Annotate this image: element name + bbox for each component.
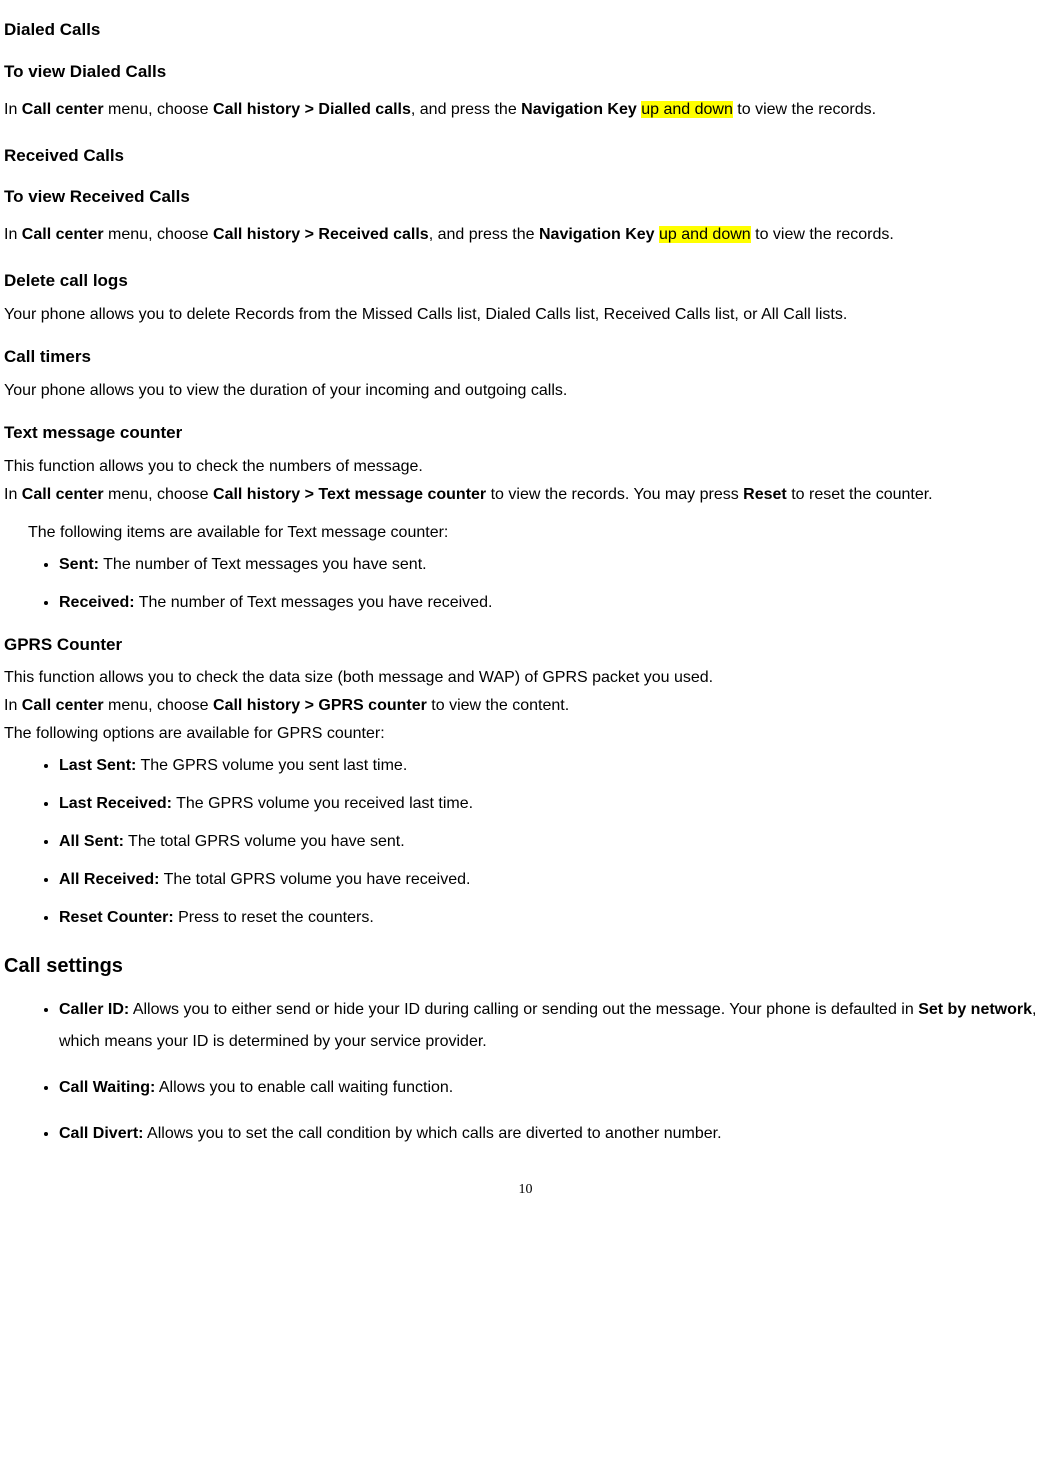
list-label: Call Divert: [59, 1125, 143, 1142]
text: , and press the [411, 101, 521, 118]
text: In [4, 226, 22, 243]
text: menu, choose [104, 486, 213, 503]
list-desc: Allows you to enable call waiting functi… [155, 1079, 453, 1096]
list-label: Received: [59, 594, 135, 611]
bold-text: Navigation Key [539, 226, 655, 243]
bold-text: Set by network [918, 1001, 1032, 1018]
paragraph-received: In Call center menu, choose Call history… [4, 219, 1047, 251]
paragraph-delete: Your phone allows you to delete Records … [4, 303, 1047, 327]
list-label: All Sent: [59, 833, 124, 850]
list-item: Reset Counter: Press to reset the counte… [59, 906, 1047, 930]
paragraph-gprs-1: This function allows you to check the da… [4, 666, 1047, 690]
paragraph-textcounter-2: In Call center menu, choose Call history… [4, 483, 1047, 507]
list-label: Last Sent: [59, 757, 136, 774]
highlight-text: up and down [641, 101, 733, 118]
text: to view the records. You may press [486, 486, 743, 503]
paragraph-dialed: In Call center menu, choose Call history… [4, 94, 1047, 126]
section-subheading-received: To view Received Calls [4, 185, 1047, 209]
text: menu, choose [104, 101, 213, 118]
text: menu, choose [104, 226, 213, 243]
section-subheading-dialed: To view Dialed Calls [4, 60, 1047, 84]
section-heading-callsettings: Call settings [4, 952, 1047, 980]
bold-text: Navigation Key [521, 101, 637, 118]
list-item: Last Sent: The GPRS volume you sent last… [59, 754, 1047, 778]
bold-text: Call history > Text message counter [213, 486, 486, 503]
list-desc: The GPRS volume you received last time. [172, 795, 473, 812]
paragraph-textcounter-1: This function allows you to check the nu… [4, 455, 1047, 479]
list-item: Call Waiting: Allows you to enable call … [59, 1072, 1047, 1104]
text: In [4, 697, 22, 714]
section-heading-delete: Delete call logs [4, 269, 1047, 293]
gprs-list: Last Sent: The GPRS volume you sent last… [4, 754, 1047, 930]
bold-text: Call center [22, 226, 104, 243]
paragraph-gprs-3: The following options are available for … [4, 722, 1047, 746]
bold-text: Reset [743, 486, 787, 503]
paragraph-textcounter-intro: The following items are available for Te… [28, 521, 1047, 545]
list-desc: The total GPRS volume you have received. [159, 871, 470, 888]
highlight-text: up and down [659, 226, 751, 243]
list-desc: Press to reset the counters. [174, 909, 374, 926]
list-item: Sent: The number of Text messages you ha… [59, 553, 1047, 577]
list-item: Last Received: The GPRS volume you recei… [59, 792, 1047, 816]
section-heading-textcounter: Text message counter [4, 421, 1047, 445]
textcounter-list: Sent: The number of Text messages you ha… [4, 553, 1047, 615]
list-item: Call Divert: Allows you to set the call … [59, 1118, 1047, 1150]
bold-text: Call center [22, 101, 104, 118]
bold-text: Call center [22, 486, 104, 503]
list-item: Caller ID: Allows you to either send or … [59, 994, 1047, 1058]
bold-text: Call center [22, 697, 104, 714]
list-desc: Allows you to either send or hide your I… [129, 1001, 918, 1018]
list-label: All Received: [59, 871, 159, 888]
bold-text: Call history > Dialled calls [213, 101, 411, 118]
list-desc: The GPRS volume you sent last time. [136, 757, 407, 774]
text: to view the records. [733, 101, 876, 118]
list-desc: The number of Text messages you have rec… [135, 594, 493, 611]
list-label: Call Waiting: [59, 1079, 155, 1096]
text: to view the records. [751, 226, 894, 243]
bold-text: Call history > Received calls [213, 226, 429, 243]
section-heading-timers: Call timers [4, 345, 1047, 369]
list-label: Reset Counter: [59, 909, 174, 926]
list-desc: The number of Text messages you have sen… [99, 556, 427, 573]
list-item: All Sent: The total GPRS volume you have… [59, 830, 1047, 854]
text: In [4, 486, 22, 503]
section-heading-received: Received Calls [4, 144, 1047, 168]
list-label: Caller ID: [59, 1001, 129, 1018]
list-label: Sent: [59, 556, 99, 573]
list-label: Last Received: [59, 795, 172, 812]
text: to reset the counter. [787, 486, 933, 503]
paragraph-timers: Your phone allows you to view the durati… [4, 379, 1047, 403]
section-heading-gprs: GPRS Counter [4, 633, 1047, 657]
text: menu, choose [104, 697, 213, 714]
callsettings-list: Caller ID: Allows you to either send or … [4, 994, 1047, 1150]
page-number: 10 [4, 1180, 1047, 1200]
list-item: Received: The number of Text messages yo… [59, 591, 1047, 615]
text: to view the content. [427, 697, 569, 714]
section-heading-dialed: Dialed Calls [4, 18, 1047, 42]
list-desc: The total GPRS volume you have sent. [124, 833, 405, 850]
text: In [4, 101, 22, 118]
paragraph-gprs-2: In Call center menu, choose Call history… [4, 694, 1047, 718]
list-item: All Received: The total GPRS volume you … [59, 868, 1047, 892]
list-desc: Allows you to set the call condition by … [143, 1125, 721, 1142]
bold-text: Call history > GPRS counter [213, 697, 427, 714]
text: , and press the [429, 226, 539, 243]
